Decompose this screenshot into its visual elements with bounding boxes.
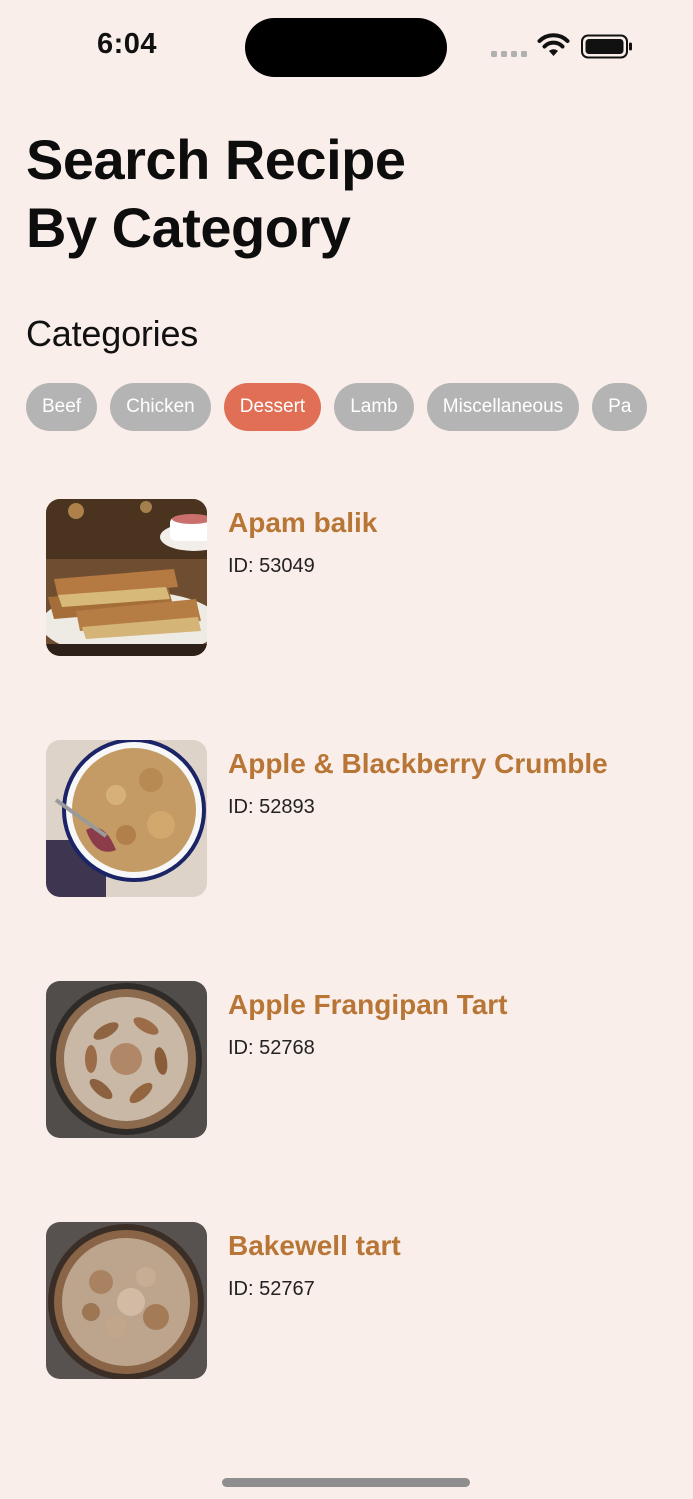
page-title-line2: By Category (26, 196, 351, 259)
status-bar: 6:04 (0, 0, 693, 95)
battery-icon (581, 34, 632, 59)
recipe-image (46, 981, 207, 1138)
recipe-title: Apple & Blackberry Crumble (228, 748, 608, 779)
category-chip-dessert[interactable]: Dessert (223, 383, 322, 431)
recipe-id: ID: 52893 (228, 796, 315, 818)
category-chip-partial[interactable]: Pa (592, 383, 648, 431)
recipe-row[interactable]: Apam balik ID: 53049 (46, 499, 666, 656)
recipe-id: ID: 53049 (228, 555, 315, 577)
categories-heading: Categories (26, 313, 199, 354)
recipe-row[interactable]: Bakewell tart ID: 52767 (46, 1222, 666, 1379)
home-indicator[interactable] (222, 1478, 470, 1487)
category-chip-lamb[interactable]: Lamb (334, 383, 414, 431)
recipe-id: ID: 52767 (228, 1278, 315, 1300)
recipe-list: Apam balik ID: 53049 Apple & Blackberry … (46, 499, 666, 1463)
recipe-image (46, 740, 207, 897)
wifi-icon (537, 33, 570, 56)
recipe-id: ID: 52768 (228, 1037, 315, 1059)
recipe-title: Apam balik (228, 507, 378, 538)
recipe-image (46, 1222, 207, 1379)
signal-icon (491, 51, 527, 57)
recipe-title: Apple Frangipan Tart (228, 989, 508, 1020)
dynamic-island (245, 18, 447, 77)
recipe-row[interactable]: Apple Frangipan Tart ID: 52768 (46, 981, 666, 1138)
status-time: 6:04 (97, 28, 158, 60)
recipe-row[interactable]: Apple & Blackberry Crumble ID: 52893 (46, 740, 666, 897)
recipe-title: Bakewell tart (228, 1230, 401, 1261)
page-title: Search Recipe By Category (26, 126, 666, 262)
category-chip-list[interactable]: Beef Chicken Dessert Lamb Miscellaneous Pa (26, 383, 666, 431)
page-title-line1: Search Recipe (26, 128, 406, 191)
category-chip-chicken[interactable]: Chicken (110, 383, 211, 431)
category-chip-miscellaneous[interactable]: Miscellaneous (426, 383, 580, 431)
recipe-image (46, 499, 207, 656)
category-chip-beef[interactable]: Beef (26, 383, 98, 431)
